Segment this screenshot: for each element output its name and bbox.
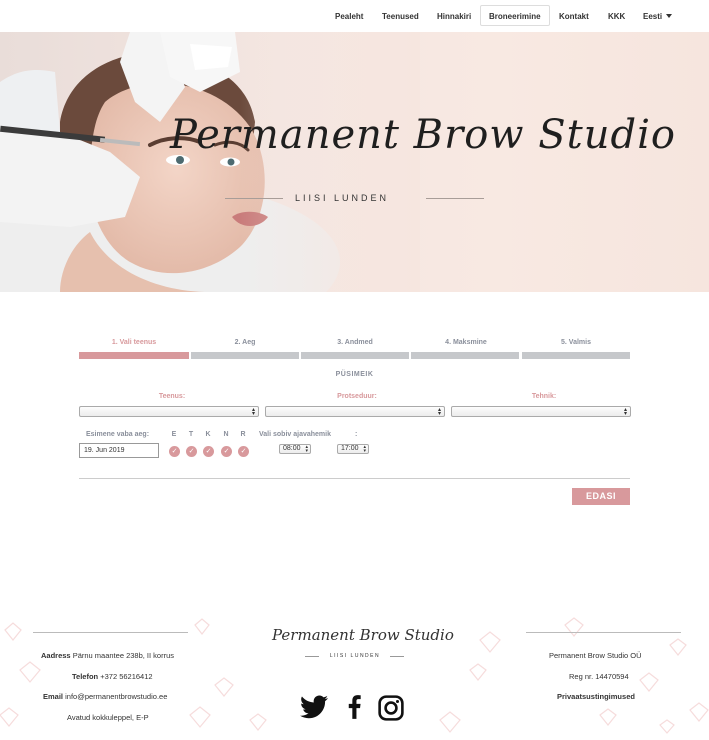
time-to-select[interactable]: 17:00 ▴ ▾ xyxy=(337,444,369,454)
time-range-label: Vali sobiv ajavahemik xyxy=(259,431,331,438)
nav-item-teenused[interactable]: Teenused xyxy=(382,12,419,21)
hero-subtitle: LIISI LUNDEN xyxy=(294,193,390,203)
day-checkbox-r[interactable]: ✓ xyxy=(238,446,249,457)
step-bar-4 xyxy=(411,352,519,359)
protseduur-select[interactable]: ▴ ▾ xyxy=(265,406,445,417)
section-title: PÜSIMEIK xyxy=(335,371,374,378)
time-from-select[interactable]: 08:00 ▴ ▾ xyxy=(279,444,311,454)
day-label-t: T xyxy=(188,431,194,438)
nav-item-kkk[interactable]: KKK xyxy=(608,12,625,21)
select-arrows-icon: ▴ ▾ xyxy=(251,407,255,417)
footer-logo-title: Permanent Brow Studio xyxy=(272,626,454,644)
twitter-icon[interactable] xyxy=(300,695,328,724)
address-value: Pärnu maantee 238b, II korrus xyxy=(72,651,175,660)
nav-item-broneerimine[interactable]: Broneerimine xyxy=(480,5,550,26)
protseduur-label: Protseduur: xyxy=(337,393,377,400)
nav-item-pealeht[interactable]: Pealeht xyxy=(335,12,363,21)
footer-divider-right xyxy=(526,632,681,633)
email-value[interactable]: info@permanentbrowstudio.ee xyxy=(65,692,167,701)
email-label: Email xyxy=(43,692,64,701)
hero-title: Permanent Brow Studio xyxy=(170,112,676,158)
teenus-select[interactable]: ▴ ▾ xyxy=(79,406,259,417)
form-divider xyxy=(79,478,630,479)
nav-item-hinnakiri[interactable]: Hinnakiri xyxy=(437,12,471,21)
instagram-icon[interactable] xyxy=(378,695,404,726)
first-free-date-input[interactable]: 19. Jun 2019 xyxy=(79,443,159,458)
day-label-n: N xyxy=(223,431,229,438)
check-icon: ✓ xyxy=(223,448,230,455)
check-icon: ✓ xyxy=(240,448,247,455)
step-label-2[interactable]: 2. Aeg xyxy=(190,339,300,346)
check-icon: ✓ xyxy=(188,448,195,455)
day-checkbox-e[interactable]: ✓ xyxy=(169,446,180,457)
teenus-label: Teenus: xyxy=(158,393,186,400)
step-label-1[interactable]: 1. Vali teenus xyxy=(79,339,189,346)
address-label: Aadress xyxy=(41,651,71,660)
time-to-value: 17:00 xyxy=(341,445,359,452)
footer: Aadress Pärnu maantee 238b, II korrus Te… xyxy=(0,600,709,740)
first-free-label: Esimene vaba aeg: xyxy=(86,431,150,438)
facebook-icon[interactable] xyxy=(348,695,361,724)
day-checkbox-k[interactable]: ✓ xyxy=(203,446,214,457)
step-bar-3 xyxy=(301,352,409,359)
chevron-down-icon xyxy=(666,14,673,18)
day-label-k: K xyxy=(205,431,211,438)
day-checkbox-t[interactable]: ✓ xyxy=(186,446,197,457)
step-bar-2 xyxy=(191,352,299,359)
footer-logo-line-right xyxy=(390,656,404,657)
select-arrows-icon: ▴ ▾ xyxy=(437,407,441,417)
footer-email: Email info@permanentbrowstudio.ee xyxy=(43,692,167,701)
tehnik-select[interactable]: ▴ ▾ xyxy=(451,406,631,417)
next-button[interactable]: EDASI xyxy=(572,488,630,505)
footer-hours: Avatud kokkuleppel, E-P xyxy=(67,713,149,722)
hero-divider-left xyxy=(225,198,283,199)
phone-value[interactable]: +372 56216412 xyxy=(100,672,152,681)
language-selector[interactable]: Eesti xyxy=(643,12,673,21)
hero-photo xyxy=(0,32,420,292)
footer-phone: Telefon +372 56216412 xyxy=(72,672,153,681)
step-label-5[interactable]: 5. Valmis xyxy=(521,339,631,346)
tehnik-label: Tehnik: xyxy=(531,393,557,400)
select-arrows-icon: ▴ ▾ xyxy=(623,407,627,417)
top-navigation: Pealeht Teenused Hinnakiri Broneerimine … xyxy=(0,0,709,32)
select-arrows-icon: ▴ ▾ xyxy=(305,444,308,454)
select-arrows-icon: ▴ ▾ xyxy=(363,444,366,454)
step-label-3[interactable]: 3. Andmed xyxy=(300,339,410,346)
nav-item-kontakt[interactable]: Kontakt xyxy=(559,12,589,21)
footer-logo-line-left xyxy=(305,656,319,657)
day-label-e: E xyxy=(171,431,177,438)
page: Pealeht Teenused Hinnakiri Broneerimine … xyxy=(0,0,709,740)
step-label-4[interactable]: 4. Maksmine xyxy=(411,339,521,346)
footer-address: Aadress Pärnu maantee 238b, II korrus xyxy=(41,651,174,660)
time-separator: : xyxy=(355,431,358,438)
phone-label: Telefon xyxy=(72,672,99,681)
hero-banner: Permanent Brow Studio LIISI LUNDEN xyxy=(0,32,709,292)
footer-company: Permanent Brow Studio OÜ xyxy=(549,651,642,660)
step-bar-5 xyxy=(522,352,630,359)
day-checkbox-n[interactable]: ✓ xyxy=(221,446,232,457)
check-icon: ✓ xyxy=(205,448,212,455)
step-bar-1 xyxy=(79,352,189,359)
footer-divider-left xyxy=(33,632,188,633)
privacy-link[interactable]: Privaatsustingimused xyxy=(557,692,635,701)
footer-logo-subtitle: LIISI LUNDEN xyxy=(329,653,381,659)
check-icon: ✓ xyxy=(171,448,178,455)
footer-reg: Reg nr. 14470594 xyxy=(569,672,629,681)
time-from-value: 08:00 xyxy=(283,445,301,452)
hero-divider-right xyxy=(426,198,484,199)
language-label: Eesti xyxy=(643,12,663,21)
day-label-r: R xyxy=(240,431,246,438)
